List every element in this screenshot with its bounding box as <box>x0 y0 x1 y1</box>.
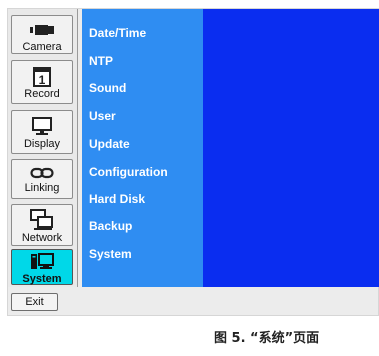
menu-item-ntp[interactable]: NTP <box>89 54 113 68</box>
tab-record-label: Record <box>24 88 60 100</box>
menu-item-date-time[interactable]: Date/Time <box>89 26 146 40</box>
menu-item-system[interactable]: System <box>89 247 132 261</box>
menu-item-update[interactable]: Update <box>89 137 130 151</box>
system-menu: Date/Time NTP Sound User Update Configur… <box>82 9 203 287</box>
tab-camera[interactable]: Camera <box>11 15 73 54</box>
tab-network[interactable]: Network <box>11 204 73 246</box>
camera-icon <box>28 20 56 40</box>
tab-display[interactable]: Display <box>11 110 73 154</box>
calendar-day: 1 <box>39 73 46 87</box>
tab-record[interactable]: 1 Record <box>11 60 73 104</box>
tab-camera-label: Camera <box>22 41 62 53</box>
system-icon <box>28 252 56 272</box>
tab-system-label: System <box>22 273 62 285</box>
monitor-icon <box>28 115 56 137</box>
menu-item-user[interactable]: User <box>89 109 116 123</box>
sidebar-tabs: Camera 1 Record Display Linking Network … <box>8 9 78 287</box>
tab-display-label: Display <box>23 138 61 150</box>
menu-item-configuration[interactable]: Configuration <box>89 165 168 179</box>
settings-window: Camera 1 Record Display Linking Network … <box>7 8 379 316</box>
tab-network-label: Network <box>21 232 63 244</box>
network-icon <box>28 209 56 231</box>
calendar-icon: 1 <box>28 65 56 87</box>
tab-system[interactable]: System <box>11 249 73 285</box>
menu-item-sound[interactable]: Sound <box>89 81 126 95</box>
menu-item-hard-disk[interactable]: Hard Disk <box>89 192 145 206</box>
figure-caption: 图 5. “系统”页面 <box>214 331 320 346</box>
tab-linking-label: Linking <box>24 182 60 194</box>
tab-linking[interactable]: Linking <box>11 159 73 199</box>
content-panel <box>203 9 379 287</box>
menu-item-backup[interactable]: Backup <box>89 219 132 233</box>
exit-button[interactable]: Exit <box>11 293 58 311</box>
chain-link-icon <box>28 164 56 181</box>
